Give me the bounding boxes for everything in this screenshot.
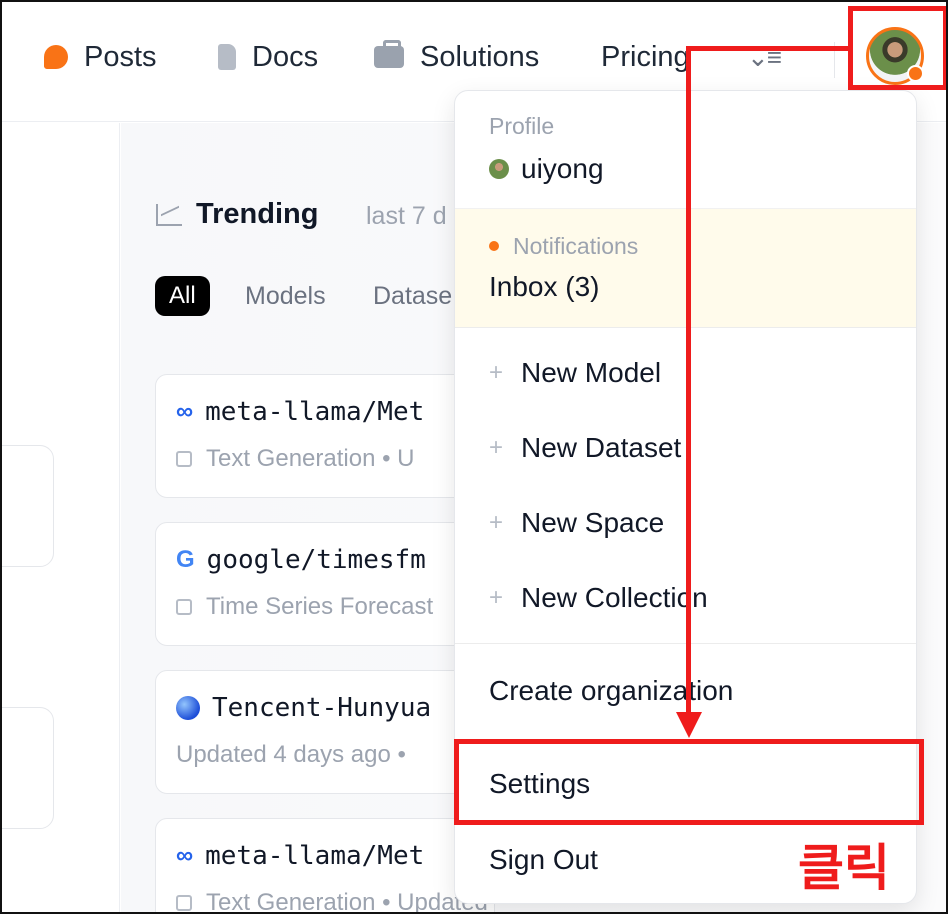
briefcase-icon	[374, 40, 404, 68]
nav-solutions[interactable]: Solutions	[374, 36, 539, 78]
card-title-text: meta-llama/Met	[205, 841, 425, 871]
annotation-line	[686, 46, 691, 714]
screenshot-frame: Posts Docs Solutions Pricing ⌄≡ Trending…	[0, 0, 948, 914]
new-dataset-item[interactable]: + New Dataset	[489, 432, 681, 464]
inbox-link[interactable]: Inbox (3)	[489, 271, 600, 303]
trending-card[interactable]: ∞ meta-llama/Met Text Generation • Updat…	[155, 818, 495, 914]
notifications-label: Notifications	[513, 233, 639, 259]
mini-avatar-icon	[489, 159, 509, 179]
card-title: G google/timesfm	[176, 545, 426, 575]
card-title: ∞ meta-llama/Met	[176, 397, 424, 427]
left-card[interactable]	[2, 707, 54, 829]
profile-label: Profile	[489, 113, 555, 139]
create-organization-item[interactable]: Create organization	[489, 675, 733, 707]
new-space-label: New Space	[521, 507, 665, 538]
trending-chart-icon	[156, 203, 182, 226]
nav-docs-label: Docs	[252, 40, 319, 73]
plus-icon: +	[489, 359, 504, 386]
trending-title: Trending	[196, 198, 319, 230]
trending-card[interactable]: ∞ meta-llama/Met Text Generation • U	[155, 374, 495, 498]
avatar-highlight-box	[848, 6, 946, 90]
card-meta-text: Text Generation • Updated 6 da... • 2.16…	[206, 889, 494, 914]
card-title-text: google/timesfm	[206, 545, 426, 575]
card-title: ∞ meta-llama/Met	[176, 841, 424, 871]
card-title: Tencent-Hunyua	[176, 693, 431, 723]
filter-models-tab[interactable]: Models	[245, 282, 326, 311]
trending-card[interactable]: G google/timesfm Time Series Forecast	[155, 522, 495, 646]
profile-link[interactable]: uiyong	[489, 153, 604, 185]
card-meta: Time Series Forecast	[176, 593, 433, 621]
filter-all-tab[interactable]: All	[155, 276, 210, 316]
new-collection-label: New Collection	[521, 582, 708, 613]
trending-header: Trending	[156, 198, 318, 231]
new-model-item[interactable]: + New Model	[489, 357, 661, 389]
card-meta: Text Generation • U	[176, 445, 415, 473]
document-icon	[218, 44, 236, 70]
profile-username: uiyong	[521, 153, 604, 184]
new-dataset-label: New Dataset	[521, 432, 682, 463]
chat-bubble-icon	[44, 45, 68, 69]
tencent-logo-icon	[176, 696, 200, 720]
card-meta-text: Text Generation • U	[206, 445, 415, 472]
nav-posts-label: Posts	[84, 40, 157, 73]
plus-icon: +	[489, 434, 504, 461]
left-card[interactable]	[2, 445, 54, 567]
trending-card[interactable]: Tencent-Hunyua Updated 4 days ago •	[155, 670, 495, 794]
annotation-line	[688, 46, 850, 51]
trending-period[interactable]: last 7 d	[366, 202, 447, 231]
left-panel	[2, 123, 120, 912]
settings-highlight-box	[454, 739, 924, 825]
card-meta: Updated 4 days ago •	[176, 741, 406, 768]
nav-pricing-label: Pricing	[601, 40, 690, 73]
sign-out-item[interactable]: Sign Out	[489, 844, 598, 876]
text-generation-icon	[176, 451, 192, 467]
nav-docs[interactable]: Docs	[218, 36, 318, 78]
plus-icon: +	[489, 509, 504, 536]
google-logo-icon: G	[176, 546, 195, 573]
time-series-icon	[176, 599, 192, 615]
card-meta: Text Generation • Updated 6 da... • 2.16…	[176, 889, 494, 914]
new-space-item[interactable]: + New Space	[489, 507, 664, 539]
annotation-arrow-icon	[676, 712, 702, 738]
card-meta-text: Time Series Forecast	[206, 593, 434, 620]
meta-logo-icon: ∞	[176, 398, 194, 425]
card-title-text: Tencent-Hunyua	[212, 693, 432, 723]
nav-posts[interactable]: Posts	[44, 36, 157, 78]
filter-datasets-tab[interactable]: Datase	[373, 282, 452, 311]
card-title-text: meta-llama/Met	[205, 397, 425, 427]
annotation-click-label: 클릭	[798, 839, 890, 897]
notification-dot-icon	[489, 241, 499, 251]
new-model-label: New Model	[521, 357, 662, 388]
nav-solutions-label: Solutions	[420, 40, 540, 73]
new-collection-item[interactable]: + New Collection	[489, 582, 708, 614]
plus-icon: +	[489, 584, 504, 611]
text-generation-icon	[176, 895, 192, 911]
meta-logo-icon: ∞	[176, 842, 194, 869]
nav-pricing[interactable]: Pricing	[601, 36, 690, 78]
